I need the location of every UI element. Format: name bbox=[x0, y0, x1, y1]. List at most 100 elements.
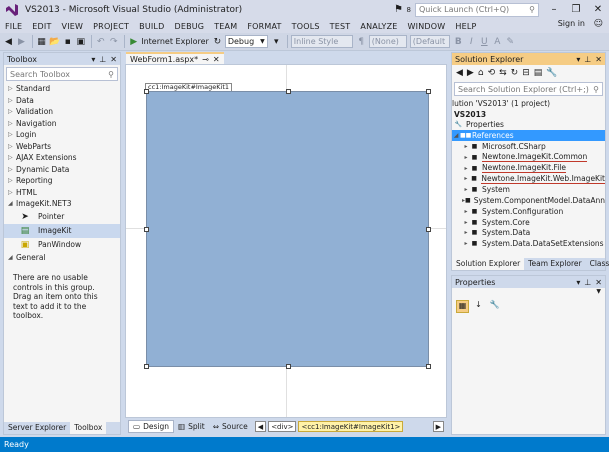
toolbox-category[interactable]: ▷ Validation bbox=[4, 106, 120, 118]
forward-icon[interactable]: ▶ bbox=[467, 68, 474, 78]
toolbox-category[interactable]: ▷ Dynamic Data bbox=[4, 164, 120, 176]
design-view-button[interactable]: ▭ Design bbox=[128, 420, 174, 433]
menu-team[interactable]: TEAM bbox=[209, 22, 242, 31]
refresh-icon[interactable]: ↻ bbox=[212, 35, 223, 49]
menu-project[interactable]: PROJECT bbox=[88, 22, 134, 31]
reference-item[interactable]: ▸ ■ Newtone.ImageKit.Common bbox=[452, 152, 605, 163]
design-surface[interactable]: cc1:ImageKit#ImageKit1 bbox=[125, 64, 447, 418]
solution-explorer-title-bar[interactable]: Solution Explorer ▾ ⊥ ✕ bbox=[452, 53, 605, 65]
toolbox-title-bar[interactable]: Toolbox ▾ ⊥ ✕ bbox=[4, 53, 120, 65]
redo-icon[interactable]: ↷ bbox=[108, 35, 119, 49]
menu-file[interactable]: FILE bbox=[0, 22, 27, 31]
menu-build[interactable]: BUILD bbox=[134, 22, 169, 31]
object-selector[interactable]: ▼ bbox=[452, 288, 605, 298]
notifications-flag-icon[interactable]: ⚑ bbox=[391, 4, 407, 15]
toolbox-category[interactable]: ▷ HTML bbox=[4, 187, 120, 199]
start-debug-icon[interactable]: ▶ bbox=[128, 35, 139, 49]
toolbox-category-imagekit[interactable]: ◢ ImageKit.NET3 bbox=[4, 198, 120, 210]
block-format-select[interactable]: (None) bbox=[368, 35, 407, 48]
reference-item[interactable]: ▸ ■ System.Core bbox=[452, 217, 605, 228]
window-position-icon[interactable]: ▾ bbox=[91, 55, 95, 64]
solution-node[interactable]: lution 'VS2013' (1 project) bbox=[452, 98, 605, 109]
window-position-icon[interactable]: ▾ bbox=[576, 55, 580, 64]
font-select[interactable]: (Default bbox=[409, 35, 450, 48]
toolbox-category[interactable]: ▷ Login bbox=[4, 129, 120, 141]
tab-server-explorer[interactable]: Server Explorer bbox=[4, 422, 70, 434]
style-select[interactable]: Inline Style bbox=[290, 35, 353, 48]
toolbox-item-panwindow[interactable]: ▣ PanWindow bbox=[4, 238, 120, 252]
reference-item[interactable]: ▸ ■ Newtone.ImageKit.Web.ImageKit bbox=[452, 174, 605, 185]
toolbox-category[interactable]: ▷ WebParts bbox=[4, 141, 120, 153]
properties-icon[interactable]: 🔧 bbox=[546, 68, 557, 78]
reference-item[interactable]: ▸ ■ System.Configuration bbox=[452, 206, 605, 217]
imagekit-control[interactable] bbox=[144, 89, 431, 369]
toolbox-item-pointer[interactable]: ➤ Pointer bbox=[4, 210, 120, 224]
refresh-icon[interactable]: ↻ bbox=[511, 68, 519, 78]
menu-window[interactable]: WINDOW bbox=[403, 22, 451, 31]
menu-analyze[interactable]: ANALYZE bbox=[355, 22, 402, 31]
resize-handle[interactable] bbox=[144, 89, 149, 94]
toolbox-empty-message[interactable]: There are no usable controls in this gro… bbox=[4, 263, 120, 321]
pin-icon[interactable]: ⊥ bbox=[99, 55, 106, 64]
tab-class-view[interactable]: Class View bbox=[586, 258, 609, 270]
browser-selector[interactable]: Internet Explorer bbox=[141, 37, 209, 46]
resize-handle[interactable] bbox=[144, 364, 149, 369]
breadcrumb-scroll-right[interactable]: ▶ bbox=[432, 421, 444, 432]
underline-button[interactable]: U bbox=[479, 35, 490, 49]
breadcrumb-div[interactable]: <div> bbox=[268, 421, 297, 432]
pending-changes-icon[interactable]: ⇆ bbox=[499, 68, 507, 78]
back-icon[interactable]: ◀ bbox=[3, 35, 14, 49]
sync-icon[interactable]: ⟲ bbox=[488, 68, 496, 78]
toolbar-options-icon[interactable]: ▾ bbox=[271, 35, 282, 49]
tab-webform1[interactable]: WebForm1.aspx* ⊸ ✕ bbox=[126, 52, 224, 64]
tab-toolbox[interactable]: Toolbox bbox=[70, 422, 107, 434]
breadcrumb-scroll-left[interactable]: ◀ bbox=[254, 421, 267, 432]
reference-item[interactable]: ▸ ■ Microsoft.CSharp bbox=[452, 141, 605, 152]
reference-item[interactable]: ▸ ■ System.Data bbox=[452, 228, 605, 239]
resize-handle[interactable] bbox=[286, 89, 291, 94]
breadcrumb-imagekit[interactable]: <cc1:ImageKit#ImageKit1> bbox=[298, 421, 404, 432]
menu-edit[interactable]: EDIT bbox=[27, 22, 56, 31]
resize-handle[interactable] bbox=[426, 227, 431, 232]
tab-team-explorer[interactable]: Team Explorer bbox=[524, 258, 585, 270]
menu-tools[interactable]: TOOLS bbox=[287, 22, 325, 31]
toolbox-category[interactable]: ▷ Data bbox=[4, 95, 120, 107]
font-color-button[interactable]: A bbox=[492, 35, 503, 49]
back-icon[interactable]: ◀ bbox=[456, 68, 463, 78]
properties-title-bar[interactable]: Properties ▾ ⊥ ✕ bbox=[452, 276, 605, 288]
new-project-icon[interactable]: ▦ bbox=[36, 35, 47, 49]
pin-icon[interactable]: ⊸ bbox=[202, 55, 209, 64]
categorized-icon[interactable]: ▦ bbox=[456, 299, 469, 313]
pin-icon[interactable]: ⊥ bbox=[584, 278, 591, 287]
undo-icon[interactable]: ↶ bbox=[95, 35, 106, 49]
restore-button[interactable]: ❐ bbox=[565, 4, 587, 15]
save-icon[interactable]: ▪ bbox=[62, 35, 73, 49]
pin-icon[interactable]: ⊥ bbox=[584, 55, 591, 64]
close-icon[interactable]: ✕ bbox=[595, 278, 602, 287]
menu-debug[interactable]: DEBUG bbox=[169, 22, 209, 31]
split-view-button[interactable]: ▥ Split bbox=[174, 421, 209, 432]
solution-search-input[interactable]: Search Solution Explorer (Ctrl+;) ⚲ bbox=[454, 82, 603, 96]
collapse-all-icon[interactable]: ⊟ bbox=[522, 68, 530, 78]
reference-item[interactable]: ▸ ■ System.Data.DataSetExtensions bbox=[452, 238, 605, 249]
menu-help[interactable]: HELP bbox=[450, 22, 481, 31]
close-icon[interactable]: ✕ bbox=[213, 55, 220, 64]
solution-config-select[interactable]: Debug ▼ bbox=[224, 35, 268, 48]
toolbox-category[interactable]: ▷ Standard bbox=[4, 83, 120, 95]
save-all-icon[interactable]: ▣ bbox=[75, 35, 86, 49]
close-button[interactable]: ✕ bbox=[587, 4, 609, 15]
tab-solution-explorer[interactable]: Solution Explorer bbox=[452, 258, 525, 270]
reference-item[interactable]: ▸ ■ Newtone.ImageKit.File bbox=[452, 163, 605, 174]
toolbox-search-input[interactable]: Search Toolbox ⚲ bbox=[6, 67, 118, 81]
menu-format[interactable]: FORMAT bbox=[242, 22, 286, 31]
sign-in-link[interactable]: Sign in bbox=[558, 19, 585, 28]
italic-button[interactable]: I bbox=[466, 35, 477, 49]
minimize-button[interactable]: – bbox=[543, 4, 565, 15]
toolbox-category-general[interactable]: ◢ General bbox=[4, 252, 120, 264]
close-icon[interactable]: ✕ bbox=[595, 55, 602, 64]
property-pages-icon[interactable]: 🔧 bbox=[488, 300, 501, 313]
apply-style-icon[interactable]: ¶ bbox=[356, 35, 367, 49]
alphabetical-icon[interactable]: ↓ bbox=[472, 300, 485, 313]
reference-item[interactable]: ▸ ■ System bbox=[452, 184, 605, 195]
toolbox-item-imagekit[interactable]: ▤ ImageKit bbox=[4, 223, 120, 238]
